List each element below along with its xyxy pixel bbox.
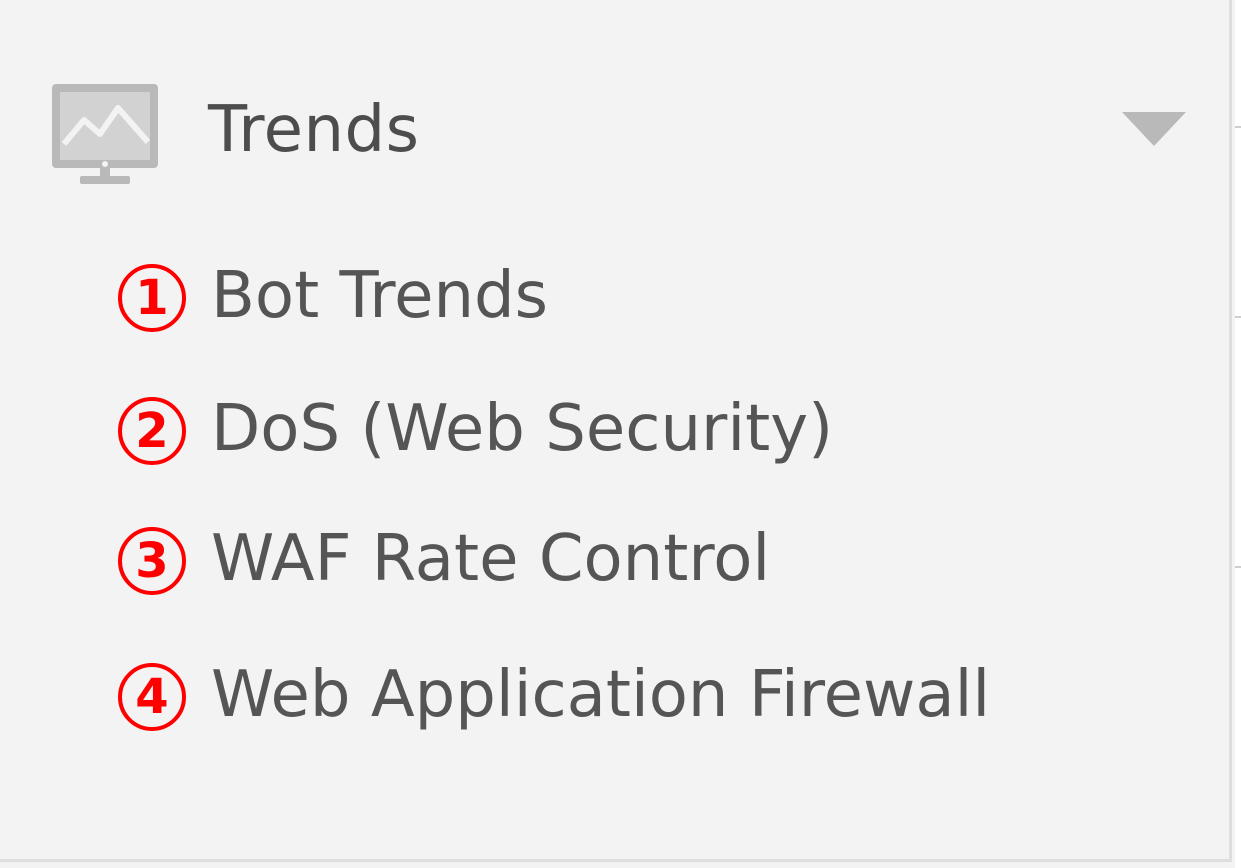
menu-item-label: DoS (Web Security) bbox=[211, 392, 834, 466]
divider bbox=[1235, 566, 1241, 568]
menu-item-label: Web Application Firewall bbox=[211, 658, 991, 732]
monitor-chart-icon bbox=[50, 82, 160, 186]
chevron-down-icon[interactable] bbox=[1122, 112, 1186, 146]
divider bbox=[1235, 316, 1241, 318]
section-title: Trends bbox=[208, 93, 420, 167]
divider bbox=[1235, 126, 1241, 128]
step-marker-4: 4 bbox=[118, 663, 186, 731]
step-marker-3: 3 bbox=[118, 527, 186, 595]
menu-item-label: WAF Rate Control bbox=[211, 522, 771, 596]
step-marker-1: 1 bbox=[118, 264, 186, 332]
step-marker-2: 2 bbox=[118, 397, 186, 465]
trends-section-header[interactable]: Trends bbox=[0, 70, 1232, 190]
menu-item-label: Bot Trends bbox=[211, 259, 548, 333]
sidebar-panel: Trends 1 Bot Trends 2 DoS (Web Security)… bbox=[0, 0, 1232, 862]
adjacent-panel-edge bbox=[1235, 0, 1241, 868]
